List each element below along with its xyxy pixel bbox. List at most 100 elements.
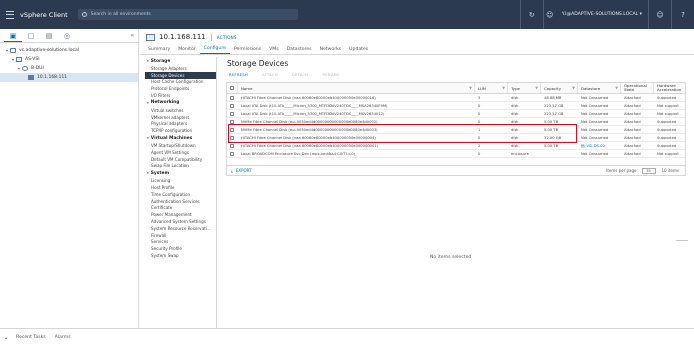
menu-authentication-services[interactable]: Authentication Services xyxy=(145,198,216,205)
menu-power-management[interactable]: Power Management xyxy=(145,211,216,218)
table-row[interactable]: Local ATA Disk (t10.ATA_____Micron_5300_… xyxy=(227,110,685,118)
tree-item-vcenter[interactable]: ▾ vc.adaptive-solutions.local xyxy=(0,46,138,55)
menu-virtual-switches[interactable]: Virtual switches xyxy=(145,107,216,114)
table-row[interactable]: HITACHI Fibre Channel Disk (naa.60060e80… xyxy=(227,94,685,102)
filter-icon[interactable]: ▼ xyxy=(615,86,618,90)
menu-system-resource-reservation[interactable]: System Resource Reservati... xyxy=(145,225,216,232)
row-checkbox[interactable] xyxy=(230,119,234,124)
column-capacity[interactable]: Capacity ▼ xyxy=(541,83,578,93)
detach-button[interactable]: DETACH xyxy=(292,72,309,77)
actions-menu[interactable]: ACTIONS xyxy=(217,35,237,40)
table-row[interactable]: HITACHI Fibre Channel Disk (naa.60060e80… xyxy=(227,142,685,150)
menu-host-profile[interactable]: Host Profile xyxy=(145,184,216,191)
menu-firewall[interactable]: Firewall xyxy=(145,232,216,239)
help-icon[interactable]: ? xyxy=(672,0,694,29)
menu-vm-startup-shutdown[interactable]: VM Startup/Shutdown xyxy=(145,142,216,149)
menu-licensing[interactable]: Licensing xyxy=(145,177,216,184)
export-button[interactable]: EXPORT xyxy=(236,168,252,173)
row-checkbox[interactable] xyxy=(230,103,234,108)
smiley-feedback-icon[interactable]: ☺ xyxy=(649,0,671,29)
refresh-icon[interactable]: ↻ xyxy=(521,0,543,29)
hosts-and-clusters-icon[interactable]: ▣ xyxy=(4,30,22,42)
menu-system-swap[interactable]: System Swap xyxy=(145,252,216,259)
menu-advanced-system-settings[interactable]: Advanced System Settings xyxy=(145,218,216,225)
vms-and-templates-icon[interactable]: □ xyxy=(22,30,40,42)
section-virtual-machines[interactable]: ▾ Virtual Machines xyxy=(145,134,216,142)
column-name[interactable]: Name ▼ xyxy=(238,83,475,93)
filter-icon[interactable]: ▼ xyxy=(502,86,505,90)
resize-handle[interactable] xyxy=(676,240,688,241)
toolbar: REFRESH ATTACH DETACH RENAME xyxy=(229,72,354,77)
filter-icon[interactable]: ▼ xyxy=(469,86,472,90)
menu-protocol-endpoints[interactable]: Protocol Endpoints xyxy=(145,85,216,92)
tab-alarms[interactable]: Alarms xyxy=(55,335,71,340)
menu-icon[interactable] xyxy=(6,10,14,19)
cell-state: Attached xyxy=(624,95,641,100)
tab-vms[interactable]: VMs xyxy=(265,44,283,54)
tree-item-datacenter[interactable]: ▾ AS-VSI xyxy=(0,55,138,64)
cell-name: Local ATA Disk (t10.ATA_____Micron_5300_… xyxy=(241,111,385,116)
filter-icon[interactable]: ▼ xyxy=(535,86,538,90)
tab-permissions[interactable]: Permissions xyxy=(230,44,265,54)
menu-services[interactable]: Services xyxy=(145,239,216,246)
column-hardware-acceleration[interactable]: Hardware Acceleration xyxy=(654,83,685,93)
menu-storage-adapters[interactable]: Storage Adapters xyxy=(145,65,216,72)
menu-swap-file-location[interactable]: Swap File Location xyxy=(145,163,216,170)
cell-datastore-link[interactable]: ▤ VSI-DS-02 xyxy=(578,142,621,149)
global-search-input[interactable]: Search in all environments xyxy=(77,9,298,20)
cell-datastore: Not Consumed xyxy=(581,95,609,100)
cell-capacity: 48.88 MB xyxy=(544,95,562,100)
section-storage[interactable]: ▾ Storage xyxy=(145,57,216,65)
select-all-checkbox[interactable] xyxy=(227,83,238,93)
tree-item-host[interactable]: 10.1.168.111 xyxy=(0,73,138,82)
table-row[interactable]: Local ATA Disk (t10.ATA_____Micron_5300_… xyxy=(227,102,685,110)
row-checkbox[interactable] xyxy=(230,143,234,148)
row-checkbox[interactable] xyxy=(230,95,234,100)
networking-icon[interactable]: ◎ xyxy=(58,30,76,42)
menu-tcpip-configuration[interactable]: TCP/IP configuration xyxy=(145,127,216,134)
caret-down-icon: ▾ xyxy=(147,100,149,105)
collapse-pane-icon[interactable]: « xyxy=(130,32,134,39)
column-operational-state[interactable]: Operational State xyxy=(621,83,654,93)
column-label: Datastore xyxy=(581,85,601,91)
cell-lun: 0 xyxy=(478,103,481,108)
column-datastore[interactable]: Datastore ▼ xyxy=(578,83,621,93)
menu-vmkernel-adapters[interactable]: VMkernel adapters xyxy=(145,114,216,121)
filter-icon[interactable]: ▼ xyxy=(572,86,575,90)
cell-hw-acceleration: Not support xyxy=(657,111,679,116)
row-checkbox[interactable] xyxy=(230,111,234,116)
cell-name: Local BROADCOM Enclosure Svc Dev (mpx.vm… xyxy=(241,151,356,156)
tab-summary[interactable]: Summary xyxy=(144,44,174,54)
tab-datastores[interactable]: Datastores xyxy=(283,44,316,54)
column-type[interactable]: Type ▼ xyxy=(508,83,541,93)
tab-configure[interactable]: Configure xyxy=(199,44,230,54)
items-per-page-select[interactable]: 35 xyxy=(641,167,656,174)
refresh-button[interactable]: REFRESH xyxy=(229,72,248,77)
tab-recent-tasks[interactable]: Recent Tasks xyxy=(16,335,46,340)
cell-state: Attached xyxy=(624,127,641,132)
tab-monitor[interactable]: Monitor xyxy=(174,44,199,54)
cell-datastore: Not Consumed xyxy=(581,111,609,116)
table-row[interactable]: Local BROADCOM Enclosure Svc Dev (mpx.vm… xyxy=(227,150,685,158)
tab-updates[interactable]: Updates xyxy=(345,44,372,54)
row-checkbox[interactable] xyxy=(230,151,234,156)
menu-physical-adapters[interactable]: Physical adapters xyxy=(145,121,216,128)
menu-storage-devices[interactable]: Storage Devices xyxy=(145,71,216,79)
menu-io-filters[interactable]: I/O Filters xyxy=(145,92,216,99)
section-networking[interactable]: ▾ Networking xyxy=(145,99,216,107)
column-lun[interactable]: LUN ▼ xyxy=(475,83,508,93)
tree-item-cluster[interactable]: ▾ B-DUI xyxy=(0,64,138,73)
user-menu[interactable]: Y.I@ADAPTIVE-SOLUTIONS.LOCAL ▾ xyxy=(556,12,648,17)
section-system[interactable]: ▾ System xyxy=(145,169,216,177)
menu-security-profile[interactable]: Security Profile xyxy=(145,245,216,252)
menu-host-cache-configuration[interactable]: Host Cache Configuration xyxy=(145,79,216,86)
menu-agent-vm-settings[interactable]: Agent VM Settings xyxy=(145,149,216,156)
tab-networks[interactable]: Networks xyxy=(316,44,346,54)
menu-default-vm-compatibility[interactable]: Default VM Compatibility xyxy=(145,156,216,163)
storage-icon[interactable]: ▤ xyxy=(40,30,58,42)
menu-time-configuration[interactable]: Time Configuration xyxy=(145,191,216,198)
rename-button[interactable]: RENAME xyxy=(322,72,339,77)
attach-button[interactable]: ATTACH xyxy=(262,72,278,77)
menu-certificate[interactable]: Certificate xyxy=(145,205,216,212)
expand-icon[interactable]: ▴ xyxy=(5,335,7,340)
